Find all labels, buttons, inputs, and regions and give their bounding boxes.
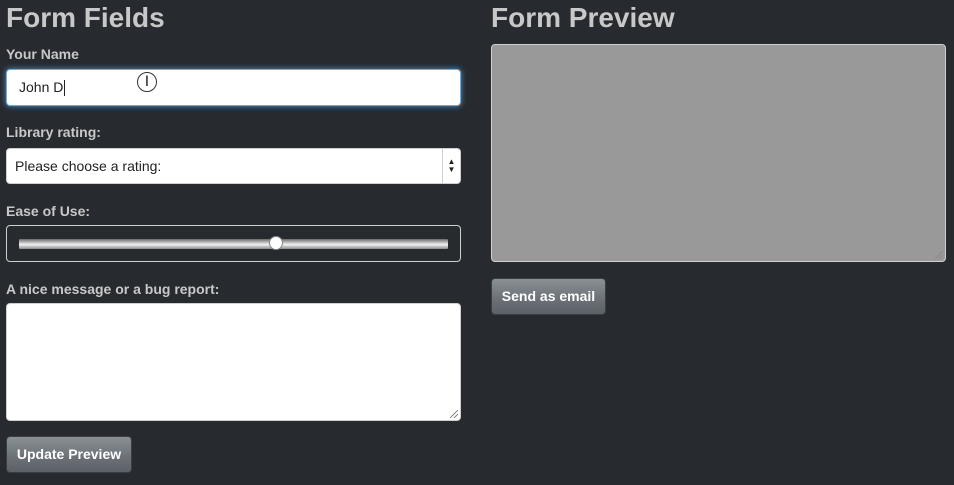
rating-select-value: Please choose a rating:	[15, 158, 162, 174]
send-email-button[interactable]: Send as email	[491, 278, 606, 315]
resize-grip-icon[interactable]	[450, 410, 458, 418]
resize-grip-icon[interactable]	[935, 251, 943, 259]
form-preview-panel: Form Preview Send as email	[491, 0, 946, 315]
ease-slider-thumb[interactable]	[269, 236, 284, 250]
rating-select[interactable]: Please choose a rating: ▲ ▼	[6, 148, 461, 184]
message-textarea[interactable]	[6, 303, 461, 421]
text-caret	[64, 80, 66, 97]
form-preview-title: Form Preview	[491, 2, 675, 33]
form-fields-panel: Form Fields Your Name John D I Library r…	[6, 0, 461, 473]
form-fields-title: Form Fields	[6, 2, 165, 33]
up-down-arrows-icon: ▲ ▼	[442, 149, 460, 183]
message-label: A nice message or a bug report:	[6, 281, 220, 297]
ease-slider-track[interactable]	[19, 236, 448, 250]
rating-label: Library rating:	[6, 124, 101, 140]
update-preview-button[interactable]: Update Preview	[6, 436, 132, 473]
ease-slider-container	[6, 225, 461, 262]
name-input-value: John D	[19, 79, 64, 95]
name-input[interactable]: John D	[6, 69, 461, 106]
ease-label: Ease of Use:	[6, 203, 91, 219]
text-cursor-icon: I	[137, 72, 157, 92]
name-label: Your Name	[6, 46, 79, 62]
preview-textarea[interactable]	[491, 44, 946, 262]
